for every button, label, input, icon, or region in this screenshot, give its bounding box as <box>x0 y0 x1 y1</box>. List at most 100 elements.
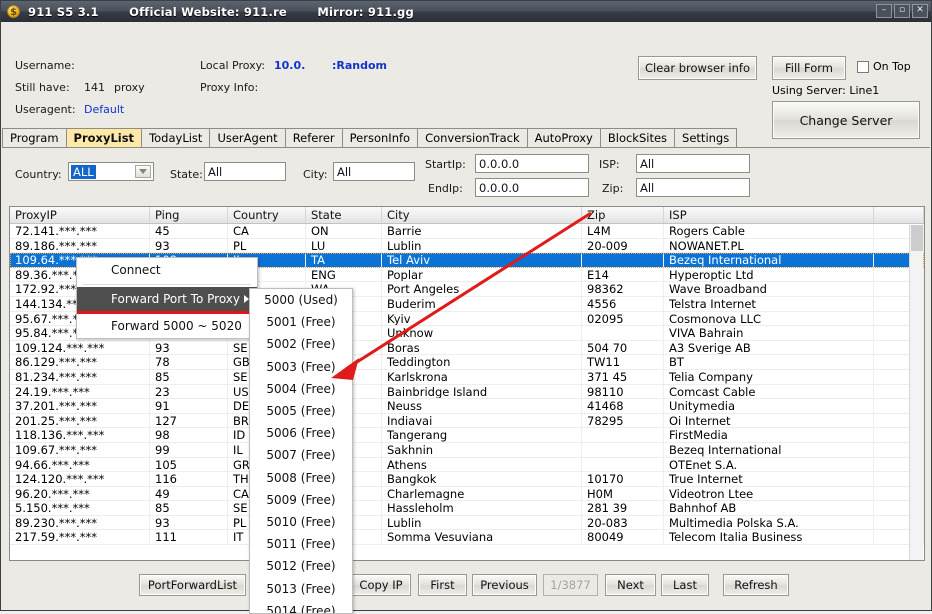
table-row[interactable]: 118.136.***.***98IDTangerangFirstMedia <box>10 428 924 443</box>
context-menu-item-forward-port-to-proxy[interactable]: Forward Port To Proxy <box>77 287 257 314</box>
tab-label: TodayList <box>149 131 202 145</box>
port-submenu-item[interactable]: 5008 (Free) <box>250 467 352 489</box>
grid-scroll-thumb[interactable] <box>911 225 923 251</box>
tab-label: ProxyList <box>74 131 135 145</box>
cell-zip <box>582 253 664 267</box>
tab-program[interactable]: Program <box>2 128 67 147</box>
port-submenu-item[interactable]: 5004 (Free) <box>250 378 352 400</box>
tab-referer[interactable]: Referer <box>285 128 343 147</box>
table-row[interactable]: 81.234.***.***85SEKarlskrona371 45Telia … <box>10 370 924 385</box>
grid-column-header-country[interactable]: Country <box>228 207 306 223</box>
table-row[interactable]: 124.120.***.***116THBangkok10170True Int… <box>10 472 924 487</box>
chevron-down-icon[interactable] <box>135 165 151 178</box>
official-website-label: Official Website: 911.re <box>129 5 287 19</box>
zip-input[interactable]: All <box>636 178 750 197</box>
table-row[interactable]: 109.124.***.***93SEBoras504 70A3 Sverige… <box>10 341 924 356</box>
cell-zip: L4M <box>582 224 664 238</box>
useragent-value[interactable]: Default <box>84 103 124 116</box>
grid-column-header-city[interactable]: City <box>382 207 582 223</box>
port-submenu-item[interactable]: 5011 (Free) <box>250 533 352 555</box>
on-top-checkbox[interactable]: On Top <box>857 60 911 73</box>
context-menu-item-forward-range[interactable]: Forward 5000 ~ 5020 <box>77 314 257 338</box>
port-submenu-item[interactable]: 5010 (Free) <box>250 511 352 533</box>
country-select[interactable]: ALL <box>68 162 154 181</box>
on-top-checkbox-box[interactable] <box>857 61 869 73</box>
table-row[interactable]: 5.150.***.***85SEHassleholm281 39Bahnhof… <box>10 501 924 516</box>
endip-label: EndIp: <box>428 182 463 195</box>
last-page-button[interactable]: Last <box>661 574 709 596</box>
grid-column-header-isp[interactable]: ISP <box>664 207 874 223</box>
port-submenu-item[interactable]: 5000 (Used) <box>250 289 352 311</box>
cell-city: Sakhnin <box>382 443 582 457</box>
local-proxy-value[interactable]: 10.0. <box>274 59 305 72</box>
tab-personinfo[interactable]: PersonInfo <box>342 128 418 147</box>
cell-proxyip: 24.19.***.*** <box>10 385 150 399</box>
close-icon: ✕ <box>916 5 924 15</box>
tab-blocksites[interactable]: BlockSites <box>600 128 675 147</box>
tab-autoproxy[interactable]: AutoProxy <box>527 128 601 147</box>
grid-column-header-ping[interactable]: Ping <box>150 207 228 223</box>
next-page-button[interactable]: Next <box>605 574 656 596</box>
table-row[interactable]: 86.129.***.***78GBTeddingtonTW11BT <box>10 355 924 370</box>
tab-proxylist[interactable]: ProxyList <box>66 128 143 147</box>
cell-isp: OTEnet S.A. <box>664 458 874 472</box>
endip-input[interactable]: 0.0.0.0 <box>475 178 589 197</box>
port-submenu-item[interactable]: 5001 (Free) <box>250 311 352 333</box>
table-row[interactable]: 24.19.***.***23USBainbridge Island98110C… <box>10 385 924 400</box>
app-name: 911 S5 3.1 <box>28 5 99 19</box>
maximize-button[interactable]: ▫ <box>894 4 910 18</box>
port-submenu-item[interactable]: 5005 (Free) <box>250 400 352 422</box>
port-submenu-item[interactable]: 5002 (Free) <box>250 333 352 355</box>
table-row[interactable]: 37.201.***.***91DENeuss41468Unitymedia <box>10 399 924 414</box>
table-row[interactable]: 94.66.***.***105GRAthensOTEnet S.A. <box>10 458 924 473</box>
port-forward-list-button[interactable]: PortForwardList <box>139 574 246 596</box>
cell-isp: Comcast Cable <box>664 385 874 399</box>
port-submenu-item[interactable]: 5007 (Free) <box>250 444 352 466</box>
port-submenu-item[interactable]: 5009 (Free) <box>250 489 352 511</box>
grid-column-header-zip[interactable]: Zip <box>582 207 664 223</box>
copy-ip-button[interactable]: Copy IP <box>351 574 411 596</box>
city-input[interactable]: All <box>333 162 415 181</box>
table-row[interactable]: 201.25.***.***127BRIndiavai78295Oi Inter… <box>10 414 924 429</box>
isp-input[interactable]: All <box>636 154 750 173</box>
startip-input[interactable]: 0.0.0.0 <box>475 154 589 173</box>
tab-todaylist[interactable]: TodayList <box>141 128 210 147</box>
grid-column-header-state[interactable]: State <box>306 207 382 223</box>
table-row[interactable]: 109.67.***.***99ILSakhninBezeq Internati… <box>10 443 924 458</box>
cell-country: PL <box>228 239 306 253</box>
minimize-button[interactable]: – <box>876 4 892 18</box>
cell-zip: 10170 <box>582 472 664 486</box>
previous-page-button[interactable]: Previous <box>472 574 537 596</box>
grid-vertical-scrollbar[interactable] <box>909 225 923 561</box>
table-row[interactable]: 217.59.***.***111ITSomma Vesuviana80049T… <box>10 530 924 545</box>
table-row[interactable]: 89.230.***.***93PLLublin20-083Multimedia… <box>10 516 924 531</box>
refresh-button[interactable]: Refresh <box>723 574 789 596</box>
table-row[interactable]: 89.186.***.***93PLLULublin20-009NOWANET.… <box>10 239 924 254</box>
port-submenu-item[interactable]: 5003 (Free) <box>250 356 352 378</box>
table-row[interactable]: 72.141.***.***45CAONBarrieL4MRogers Cabl… <box>10 224 924 239</box>
cell-isp: Telia Company <box>664 370 874 384</box>
tab-label: AutoProxy <box>535 131 593 145</box>
fill-form-button[interactable]: Fill Form <box>772 56 846 80</box>
port-submenu-item[interactable]: 5014 (Free) <box>250 600 352 614</box>
table-row[interactable]: 96.20.***.***49CACharlemagneH0MVideotron… <box>10 487 924 502</box>
state-input[interactable]: All <box>204 162 286 181</box>
port-submenu-item[interactable]: 5012 (Free) <box>250 555 352 577</box>
local-proxy-port[interactable]: :Random <box>332 59 387 72</box>
port-submenu-item[interactable]: 5006 (Free) <box>250 422 352 444</box>
tab-settings[interactable]: Settings <box>674 128 737 147</box>
port-forward-submenu[interactable]: 5000 (Used)5001 (Free)5002 (Free)5003 (F… <box>249 288 353 614</box>
grid-column-header-blank[interactable] <box>874 207 924 223</box>
close-button[interactable]: ✕ <box>912 4 928 18</box>
context-menu-item-connect[interactable]: Connect <box>77 258 257 282</box>
tab-useragent[interactable]: UserAgent <box>209 128 285 147</box>
first-page-button[interactable]: First <box>418 574 467 596</box>
grid-column-header-proxyip[interactable]: ProxyIP <box>10 207 150 223</box>
clear-browser-info-button[interactable]: Clear browser info <box>638 56 757 80</box>
port-submenu-item[interactable]: 5013 (Free) <box>250 577 352 599</box>
cell-city: Athens <box>382 458 582 472</box>
cell-zip: 281 39 <box>582 501 664 515</box>
tab-conversiontrack[interactable]: ConversionTrack <box>417 128 528 147</box>
proxy-context-menu[interactable]: Connect Forward Port To Proxy Forward 50… <box>76 257 258 339</box>
cell-isp: BT <box>664 355 874 369</box>
